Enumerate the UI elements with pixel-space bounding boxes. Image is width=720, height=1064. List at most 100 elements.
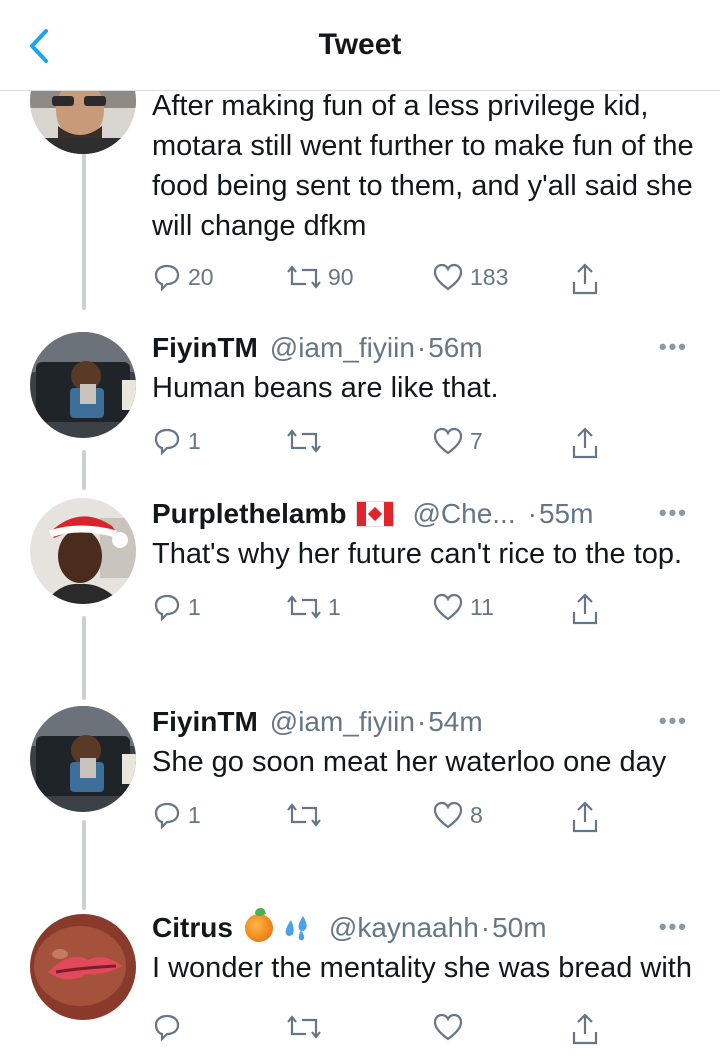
- avatar[interactable]: [30, 706, 136, 812]
- share-button[interactable]: [570, 800, 600, 834]
- timestamp: 54m: [428, 706, 483, 737]
- username[interactable]: @kaynaahh: [329, 912, 479, 944]
- thread-line: [82, 150, 86, 310]
- avatar[interactable]: [30, 332, 136, 438]
- retweet-button[interactable]: [286, 1012, 322, 1042]
- heart-icon: [433, 801, 463, 829]
- reply-button[interactable]: 1: [152, 426, 201, 456]
- orange-emoji-icon: [244, 914, 273, 942]
- avatar[interactable]: [30, 498, 136, 604]
- reply-icon: [154, 802, 180, 830]
- page-title: Tweet: [318, 28, 402, 61]
- separator-dot: ·: [416, 332, 427, 363]
- share-icon: [572, 1013, 598, 1045]
- share-button[interactable]: [570, 262, 600, 296]
- retweet-count: 90: [328, 263, 354, 290]
- display-name[interactable]: FiyinTM: [152, 332, 258, 364]
- display-name[interactable]: FiyinTM: [152, 706, 258, 738]
- tweet-text: That's why her future can't rice to the …: [152, 538, 683, 570]
- tweet-actions: 1 1 11: [152, 592, 700, 632]
- retweet-icon: [287, 265, 321, 289]
- reply-icon: [154, 428, 180, 456]
- sweat-droplets-icon: [285, 916, 307, 941]
- reply-icon: [154, 1014, 180, 1042]
- tweet-header: Citrus @kaynaahh · 50m: [152, 908, 700, 948]
- reply-button[interactable]: [152, 1012, 182, 1042]
- heart-icon: [433, 427, 463, 455]
- like-button[interactable]: 7: [432, 426, 483, 456]
- heart-icon: [433, 1013, 463, 1041]
- share-button[interactable]: [570, 426, 600, 460]
- tweet-actions: 1 7: [152, 426, 700, 466]
- tweet: Citrus @kaynaahh · 50m ••• I wonder the …: [152, 908, 700, 1052]
- share-icon: [572, 427, 598, 459]
- like-button[interactable]: 183: [432, 262, 508, 292]
- display-name[interactable]: Citrus: [152, 912, 233, 944]
- separator-dot: ·: [416, 706, 427, 737]
- more-options-button[interactable]: •••: [659, 914, 688, 940]
- reply-button[interactable]: 20: [152, 262, 214, 292]
- canada-flag-icon: [356, 501, 395, 527]
- reply-count: 1: [188, 427, 201, 454]
- like-button[interactable]: 8: [432, 800, 483, 830]
- tweet-text: After making fun of a less privilege kid…: [152, 90, 694, 242]
- thread-line: [82, 450, 86, 490]
- tweet-header: FiyinTM @iam_fiyiin · 54m: [152, 702, 700, 742]
- share-button[interactable]: [570, 1012, 600, 1046]
- retweet-icon: [287, 803, 321, 827]
- top-bar: Tweet: [0, 0, 720, 91]
- reply-icon: [154, 264, 180, 292]
- tweet-actions: [152, 1012, 700, 1052]
- username[interactable]: @iam_fiyiin: [270, 706, 415, 738]
- share-button[interactable]: [570, 592, 600, 626]
- separator-dot: ·: [527, 498, 537, 529]
- tweet: FiyinTM @iam_fiyiin · 54m ••• She go soo…: [152, 702, 700, 840]
- tweet-header: FiyinTM @iam_fiyiin · 56m: [152, 328, 700, 368]
- share-icon: [572, 593, 598, 625]
- more-options-button[interactable]: •••: [659, 500, 688, 526]
- timestamp: 55m: [538, 498, 594, 529]
- username[interactable]: @Che...: [412, 498, 515, 530]
- reply-count: 1: [188, 801, 201, 828]
- retweet-icon: [287, 429, 321, 453]
- retweet-button[interactable]: 90: [286, 262, 354, 292]
- like-button[interactable]: 11: [432, 592, 494, 622]
- like-count: 11: [470, 593, 494, 620]
- reply-count: 20: [188, 263, 214, 290]
- tweet: Purplethelamb @Che... · 55m ••• That's w…: [152, 494, 700, 632]
- retweet-button[interactable]: [286, 426, 328, 456]
- tweet: FiyinTM @iam_fiyiin · 56m ••• Human bean…: [152, 328, 700, 466]
- reply-count: 1: [188, 593, 201, 620]
- display-name[interactable]: Purplethelamb: [152, 498, 346, 530]
- thread-line: [82, 616, 86, 700]
- share-icon: [572, 801, 598, 833]
- reply-button[interactable]: 1: [152, 592, 201, 622]
- retweet-icon: [287, 1015, 321, 1039]
- tweet: After making fun of a less privilege kid…: [152, 86, 700, 302]
- retweet-button[interactable]: 1: [286, 592, 341, 622]
- heart-icon: [433, 593, 463, 621]
- username[interactable]: @iam_fiyiin: [270, 332, 415, 364]
- like-count: 7: [470, 427, 483, 454]
- timestamp: 56m: [428, 332, 483, 363]
- reply-button[interactable]: 1: [152, 800, 201, 830]
- tweet-actions: 20 90 183: [152, 262, 700, 302]
- like-count: 183: [470, 263, 509, 290]
- more-options-button[interactable]: •••: [659, 334, 688, 360]
- retweet-button[interactable]: [286, 800, 328, 830]
- avatar[interactable]: [30, 914, 136, 1020]
- tweet-actions: 1 8: [152, 800, 700, 840]
- like-button[interactable]: [432, 1012, 464, 1042]
- timestamp: 50m: [492, 912, 547, 943]
- more-options-button[interactable]: •••: [659, 708, 688, 734]
- share-icon: [572, 263, 598, 295]
- tweet-header: Purplethelamb @Che... · 55m: [152, 494, 700, 534]
- tweet-text: I wonder the mentality she was bread wit…: [152, 952, 692, 984]
- like-count: 8: [470, 801, 483, 828]
- thread-line: [82, 820, 86, 910]
- tweet-text: She go soon meat her waterloo one day: [152, 746, 667, 778]
- reply-icon: [154, 594, 180, 622]
- tweet-text: Human beans are like that.: [152, 372, 499, 404]
- retweet-icon: [287, 595, 321, 619]
- retweet-count: 1: [328, 593, 341, 620]
